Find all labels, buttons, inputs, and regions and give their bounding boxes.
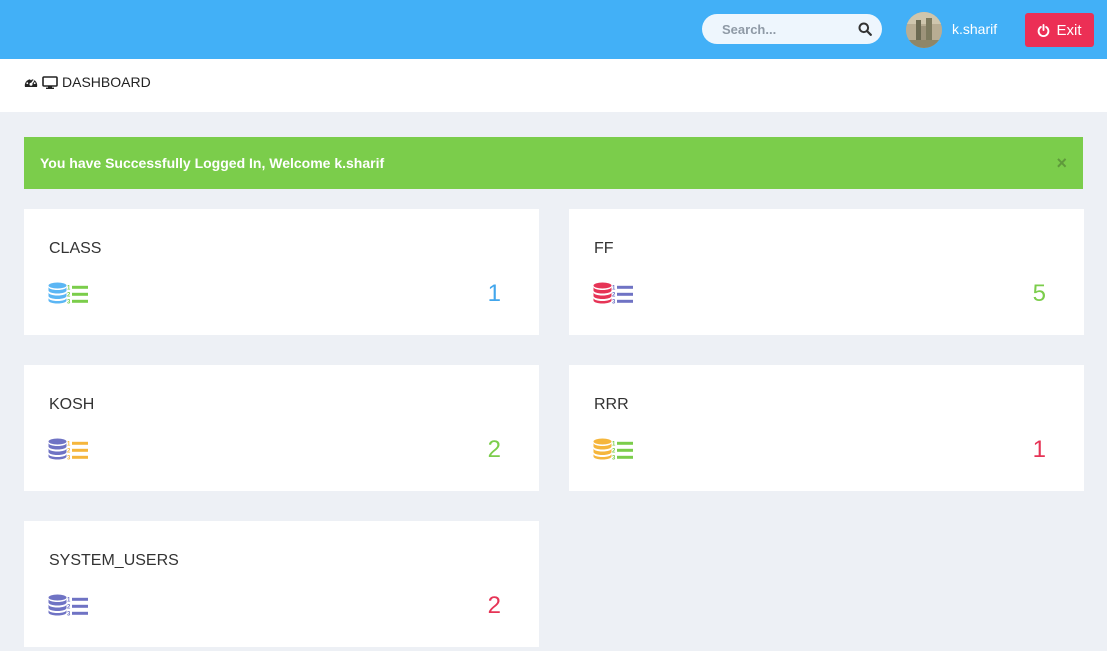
database-icon: [593, 438, 612, 460]
card-title[interactable]: RRR: [594, 396, 629, 414]
table-card[interactable]: FF 1 2 3 5: [569, 209, 1084, 335]
power-icon: [1038, 23, 1050, 37]
avatar[interactable]: [906, 12, 942, 48]
ordered-list-icon: 123: [612, 286, 633, 306]
svg-text:2: 2: [67, 293, 71, 299]
top-navbar: k.sharif Exit: [0, 0, 1107, 59]
database-icon: [48, 594, 67, 616]
desktop-icon: [42, 75, 58, 89]
breadcrumb-bar: DASHBOARD: [0, 59, 1107, 112]
card-title[interactable]: KOSH: [49, 396, 94, 414]
svg-text:1: 1: [67, 286, 71, 292]
svg-text:1: 1: [67, 442, 71, 448]
svg-text:3: 3: [67, 612, 71, 616]
close-icon[interactable]: ×: [1056, 137, 1067, 189]
search-input[interactable]: [702, 14, 852, 44]
search-icon[interactable]: [858, 22, 872, 36]
user-photo: [906, 12, 942, 48]
card-count: 2: [487, 592, 501, 619]
card-icon-group: 123: [593, 282, 634, 309]
search-box[interactable]: [702, 14, 882, 44]
card-icon-group: 123: [593, 438, 634, 465]
ordered-list-icon: 123: [67, 286, 88, 306]
breadcrumb-label[interactable]: DASHBOARD: [62, 74, 151, 90]
card-icon-group: 123: [48, 594, 89, 621]
alert-message: You have Successfully Logged In, Welcome…: [40, 155, 385, 171]
table-card[interactable]: RRR 1 2 3 1: [569, 365, 1084, 491]
card-title[interactable]: FF: [594, 240, 614, 258]
ordered-list-icon: 123: [67, 442, 88, 462]
card-title[interactable]: SYSTEM_USERS: [49, 552, 179, 570]
breadcrumb: DASHBOARD: [24, 74, 151, 90]
svg-text:1: 1: [612, 286, 616, 292]
database-icon: [48, 282, 67, 304]
card-icon-group: 123: [48, 282, 89, 309]
card-count: 2: [487, 436, 501, 463]
svg-text:2: 2: [67, 605, 71, 611]
card-count: 1: [487, 280, 501, 307]
svg-text:1: 1: [612, 442, 616, 448]
ordered-list-icon: 123: [67, 598, 88, 618]
card-count: 5: [1032, 280, 1046, 307]
svg-text:2: 2: [612, 449, 616, 455]
tachometer-icon: [24, 78, 38, 87]
svg-text:3: 3: [612, 300, 616, 304]
card-icon-group: 123: [48, 438, 89, 465]
table-card[interactable]: KOSH 1 2 3 2: [24, 365, 539, 491]
table-card[interactable]: CLASS 1 2 3 1: [24, 209, 539, 335]
svg-text:3: 3: [67, 300, 71, 304]
success-alert: You have Successfully Logged In, Welcome…: [24, 137, 1083, 189]
database-icon: [593, 282, 612, 304]
ordered-list-icon: 123: [612, 442, 633, 462]
card-title[interactable]: CLASS: [49, 240, 101, 258]
table-card[interactable]: SYSTEM_USERS 1 2 3 2: [24, 521, 539, 647]
svg-text:3: 3: [67, 456, 71, 460]
svg-text:2: 2: [67, 449, 71, 455]
svg-text:1: 1: [67, 598, 71, 604]
svg-text:2: 2: [612, 293, 616, 299]
card-count: 1: [1032, 436, 1046, 463]
user-name[interactable]: k.sharif: [952, 21, 997, 37]
database-icon: [48, 438, 67, 460]
exit-button[interactable]: Exit: [1025, 13, 1094, 47]
exit-label: Exit: [1056, 21, 1082, 39]
svg-text:3: 3: [612, 456, 616, 460]
